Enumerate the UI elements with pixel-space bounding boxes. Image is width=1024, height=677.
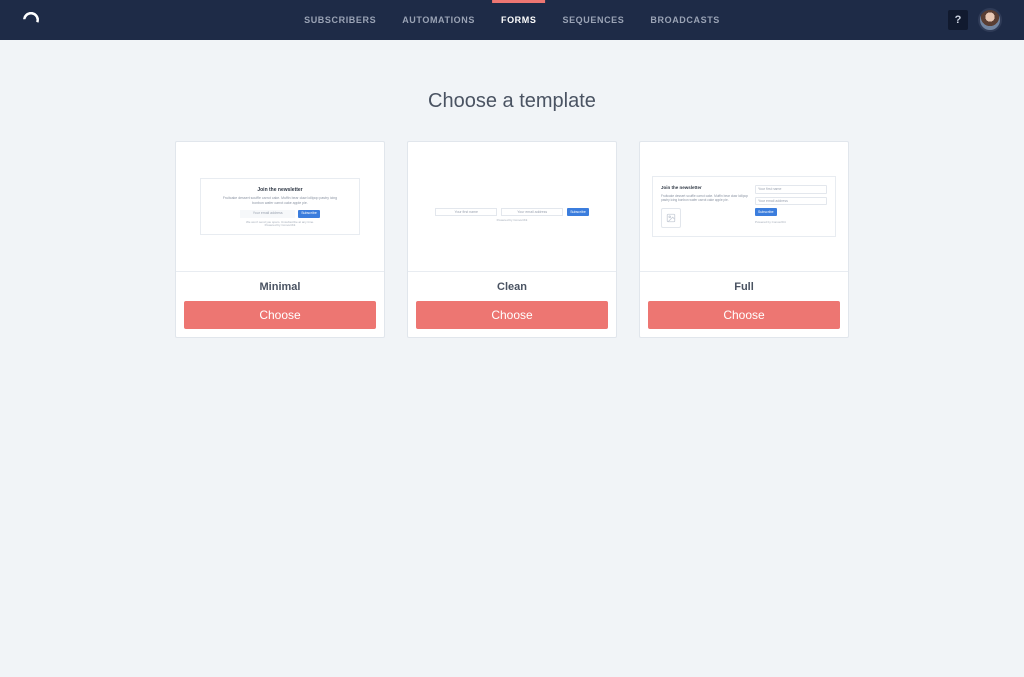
preview-subscribe-button: Subscribe — [755, 208, 777, 216]
primary-nav: SUBSCRIBERS AUTOMATIONS FORMS SEQUENCES … — [291, 0, 733, 40]
help-button[interactable]: ? — [948, 10, 968, 30]
preview-email-input: Your email address — [501, 208, 563, 217]
form-preview-clean: Your first name Your email address Subsc… — [420, 182, 604, 231]
choose-minimal-button[interactable]: Choose — [184, 301, 376, 329]
preview-title: Join the newsletter — [661, 185, 749, 191]
top-navbar: SUBSCRIBERS AUTOMATIONS FORMS SEQUENCES … — [0, 0, 1024, 40]
form-preview-full: Join the newsletter Fruitcake dessert so… — [652, 176, 836, 237]
template-name: Full — [640, 272, 848, 301]
preview-powered-by: Powered by ConvertKit — [430, 219, 594, 223]
user-avatar[interactable] — [978, 8, 1002, 32]
preview-subscribe-button: Subscribe — [567, 208, 589, 217]
brand-logo[interactable] — [22, 11, 40, 29]
nav-sequences[interactable]: SEQUENCES — [549, 0, 637, 40]
form-preview-minimal: Join the newsletter Fruitcake dessert so… — [200, 178, 360, 236]
page-title: Choose a template — [0, 90, 1024, 113]
nav-subscribers[interactable]: SUBSCRIBERS — [291, 0, 389, 40]
template-name: Clean — [408, 272, 616, 301]
logo-icon — [22, 11, 40, 29]
choose-clean-button[interactable]: Choose — [416, 301, 608, 329]
preview-email-input: Your email address — [755, 197, 827, 206]
preview-name-input: Your first name — [435, 208, 497, 217]
template-card-full[interactable]: Join the newsletter Fruitcake dessert so… — [639, 141, 849, 338]
preview-subscribe-button: Subscribe — [298, 210, 320, 218]
preview-description: Fruitcake dessert souffle carrot cake. M… — [217, 196, 343, 206]
template-preview: Your first name Your email address Subsc… — [408, 142, 616, 272]
preview-description: Fruitcake dessert souffle carrot cake. M… — [661, 194, 749, 203]
preview-name-input: Your first name — [755, 185, 827, 194]
template-grid: Join the newsletter Fruitcake dessert so… — [0, 141, 1024, 338]
nav-automations[interactable]: AUTOMATIONS — [389, 0, 488, 40]
nav-broadcasts[interactable]: BROADCASTS — [637, 0, 733, 40]
preview-powered-by: Powered by ConvertKit — [755, 221, 827, 225]
main-content: Choose a template Join the newsletter Fr… — [0, 40, 1024, 338]
preview-email-input: Your email address — [240, 210, 295, 218]
template-card-clean[interactable]: Your first name Your email address Subsc… — [407, 141, 617, 338]
image-placeholder-icon — [661, 208, 681, 228]
nav-forms[interactable]: FORMS — [488, 0, 550, 40]
template-name: Minimal — [176, 272, 384, 301]
template-preview: Join the newsletter Fruitcake dessert so… — [176, 142, 384, 272]
template-preview: Join the newsletter Fruitcake dessert so… — [640, 142, 848, 272]
choose-full-button[interactable]: Choose — [648, 301, 840, 329]
preview-powered-by: Powered by ConvertKit — [217, 224, 343, 228]
navbar-right: ? — [948, 8, 1002, 32]
preview-title: Join the newsletter — [217, 187, 343, 194]
template-card-minimal[interactable]: Join the newsletter Fruitcake dessert so… — [175, 141, 385, 338]
